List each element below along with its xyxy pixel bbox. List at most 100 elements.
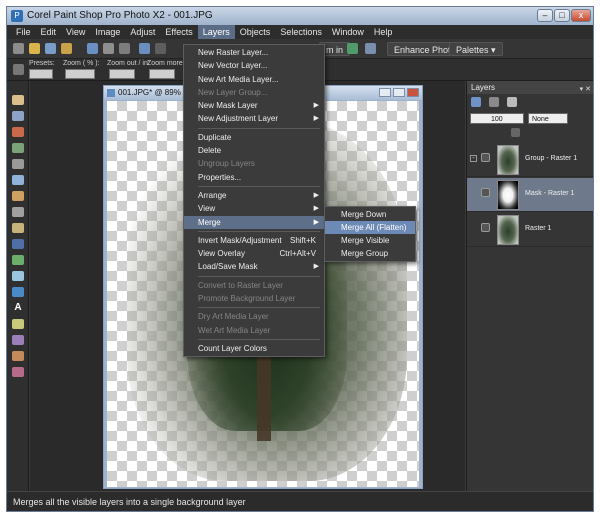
pen-tool-icon[interactable] bbox=[12, 335, 24, 345]
menu-view-sub[interactable]: View ▶ bbox=[184, 202, 324, 215]
palettes-button[interactable]: Palettes ▾ bbox=[449, 42, 503, 56]
presets-dropdown[interactable] bbox=[29, 69, 53, 79]
menu-new-vector-layer[interactable]: New Vector Layer... bbox=[184, 59, 324, 72]
adjust-icon[interactable] bbox=[365, 43, 376, 54]
image-minimize-button[interactable] bbox=[379, 88, 391, 97]
image-close-button[interactable] bbox=[407, 88, 419, 97]
layer-settings-icon[interactable] bbox=[507, 97, 517, 107]
zoom-percent-input[interactable] bbox=[65, 69, 95, 79]
layers-palette: Layers ▾ ✕ 100 None - Group - Raster 1 M… bbox=[466, 81, 593, 491]
layers-menu: New Raster Layer... New Vector Layer... … bbox=[183, 44, 325, 358]
menu-adjust[interactable]: Adjust bbox=[125, 25, 160, 39]
open-folder-icon[interactable] bbox=[29, 43, 40, 54]
redo-icon[interactable] bbox=[155, 43, 166, 54]
art-media-tool-icon[interactable] bbox=[12, 351, 24, 361]
menu-view-overlay[interactable]: View Overlay Ctrl+Alt+V bbox=[184, 247, 324, 260]
app-window: P Corel Paint Shop Pro Photo X2 - 001.JP… bbox=[6, 6, 594, 512]
layers-toolbar bbox=[467, 94, 593, 110]
menu-objects[interactable]: Objects bbox=[235, 25, 276, 39]
submenu-arrow-icon: ▶ bbox=[313, 115, 319, 123]
layer-row-raster-1[interactable]: Raster 1 bbox=[467, 213, 593, 247]
menu-new-layer-group: New Layer Group... bbox=[198, 87, 268, 97]
clone-tool-icon[interactable] bbox=[12, 207, 24, 217]
menu-help[interactable]: Help bbox=[369, 25, 398, 39]
crop-tool-icon[interactable] bbox=[12, 159, 24, 169]
red-eye-tool-icon[interactable] bbox=[12, 127, 24, 137]
menu-edit[interactable]: Edit bbox=[36, 25, 62, 39]
menu-layers[interactable]: Layers bbox=[197, 25, 235, 39]
menu-merge-visible[interactable]: Merge Visible bbox=[325, 234, 415, 247]
menu-view[interactable]: View bbox=[61, 25, 90, 39]
dropper-tool-icon[interactable] bbox=[12, 191, 24, 201]
visibility-eye-icon[interactable] bbox=[481, 223, 490, 232]
app-logo-icon: P bbox=[11, 10, 23, 22]
lock-icon[interactable] bbox=[511, 128, 520, 137]
minimize-button[interactable]: – bbox=[537, 9, 553, 22]
image-maximize-button[interactable] bbox=[393, 88, 405, 97]
menu-new-mask-layer[interactable]: New Mask Layer ▶ bbox=[184, 99, 324, 112]
visibility-eye-icon[interactable] bbox=[481, 153, 490, 162]
undo-icon[interactable] bbox=[139, 43, 150, 54]
status-bar: Merges all the visible layers into a sin… bbox=[7, 491, 593, 511]
folder-icon[interactable] bbox=[61, 43, 72, 54]
menu-merge[interactable]: Merge ▶ bbox=[184, 215, 324, 229]
pan-tool-icon[interactable] bbox=[12, 95, 24, 105]
menu-selections[interactable]: Selections bbox=[275, 25, 327, 39]
text-tool-icon[interactable]: A bbox=[12, 303, 24, 313]
dodge-tool-icon[interactable] bbox=[12, 255, 24, 265]
scan-icon[interactable] bbox=[119, 43, 130, 54]
menu-delete[interactable]: Delete bbox=[184, 144, 324, 157]
blend-mode-dropdown[interactable]: None bbox=[528, 113, 568, 124]
eraser-tool-icon[interactable] bbox=[12, 239, 24, 249]
new-file-icon[interactable] bbox=[13, 43, 24, 54]
menu-duplicate[interactable]: Duplicate bbox=[184, 131, 324, 144]
menu-file[interactable]: File bbox=[11, 25, 36, 39]
flood-fill-icon[interactable] bbox=[12, 287, 24, 297]
layer-options-icon[interactable] bbox=[489, 97, 499, 107]
menu-invert-mask[interactable]: Invert Mask/Adjustment Shift+K bbox=[184, 234, 324, 247]
opacity-field[interactable]: 100 bbox=[470, 113, 524, 124]
submenu-arrow-icon: ▶ bbox=[313, 205, 319, 213]
maximize-button[interactable]: □ bbox=[554, 9, 570, 22]
menu-properties[interactable]: Properties... bbox=[184, 171, 324, 184]
image-window-title: 001.JPG* @ 89% bbox=[118, 88, 181, 97]
menu-load-save-mask[interactable]: Load/Save Mask ▶ bbox=[184, 260, 324, 273]
visibility-eye-icon[interactable] bbox=[481, 188, 490, 197]
submenu-arrow-icon: ▶ bbox=[313, 191, 319, 199]
selection-tool-icon[interactable] bbox=[12, 143, 24, 153]
menu-effects[interactable]: Effects bbox=[160, 25, 197, 39]
photo-fix-icon[interactable] bbox=[347, 43, 358, 54]
layers-palette-title: Layers bbox=[471, 83, 496, 92]
layer-thumbnail bbox=[497, 145, 519, 175]
submenu-arrow-icon: ▶ bbox=[313, 218, 319, 226]
new-layer-icon[interactable] bbox=[471, 97, 481, 107]
warp-brush-icon[interactable] bbox=[12, 367, 24, 377]
menu-merge-down[interactable]: Merge Down bbox=[325, 208, 415, 221]
preset-shape-icon[interactable] bbox=[12, 319, 24, 329]
zoom-more-buttons[interactable] bbox=[149, 69, 175, 79]
layer-row-group-raster-1[interactable]: - Group - Raster 1 bbox=[467, 143, 593, 177]
menu-window[interactable]: Window bbox=[327, 25, 369, 39]
save-icon[interactable] bbox=[87, 43, 98, 54]
menu-new-adjustment-layer[interactable]: New Adjustment Layer ▶ bbox=[184, 112, 324, 125]
paint-brush-icon[interactable] bbox=[12, 223, 24, 233]
menu-separator bbox=[198, 185, 320, 187]
image-file-icon bbox=[107, 89, 115, 97]
menu-new-raster-layer[interactable]: New Raster Layer... bbox=[184, 46, 324, 59]
browse-icon[interactable] bbox=[45, 43, 56, 54]
menu-merge-group[interactable]: Merge Group bbox=[325, 247, 415, 260]
close-button[interactable]: x bbox=[571, 9, 591, 22]
menu-merge-all-flatten[interactable]: Merge All (Flatten) bbox=[325, 221, 415, 234]
menu-new-art-media-layer[interactable]: New Art Media Layer... bbox=[184, 73, 324, 86]
pick-tool-icon[interactable] bbox=[12, 111, 24, 121]
menu-new-mask-layer-label: New Mask Layer bbox=[198, 101, 258, 111]
print-icon[interactable] bbox=[103, 43, 114, 54]
menu-count-layer-colors[interactable]: Count Layer Colors bbox=[184, 342, 324, 355]
menu-arrange[interactable]: Arrange ▶ bbox=[184, 189, 324, 202]
layer-row-mask-raster-1[interactable]: Mask - Raster 1 bbox=[467, 178, 593, 212]
collapse-group-icon[interactable]: - bbox=[470, 155, 477, 162]
smudge-tool-icon[interactable] bbox=[12, 271, 24, 281]
zoom-out-in-buttons[interactable] bbox=[109, 69, 135, 79]
menu-image[interactable]: Image bbox=[90, 25, 125, 39]
straighten-tool-icon[interactable] bbox=[12, 175, 24, 185]
